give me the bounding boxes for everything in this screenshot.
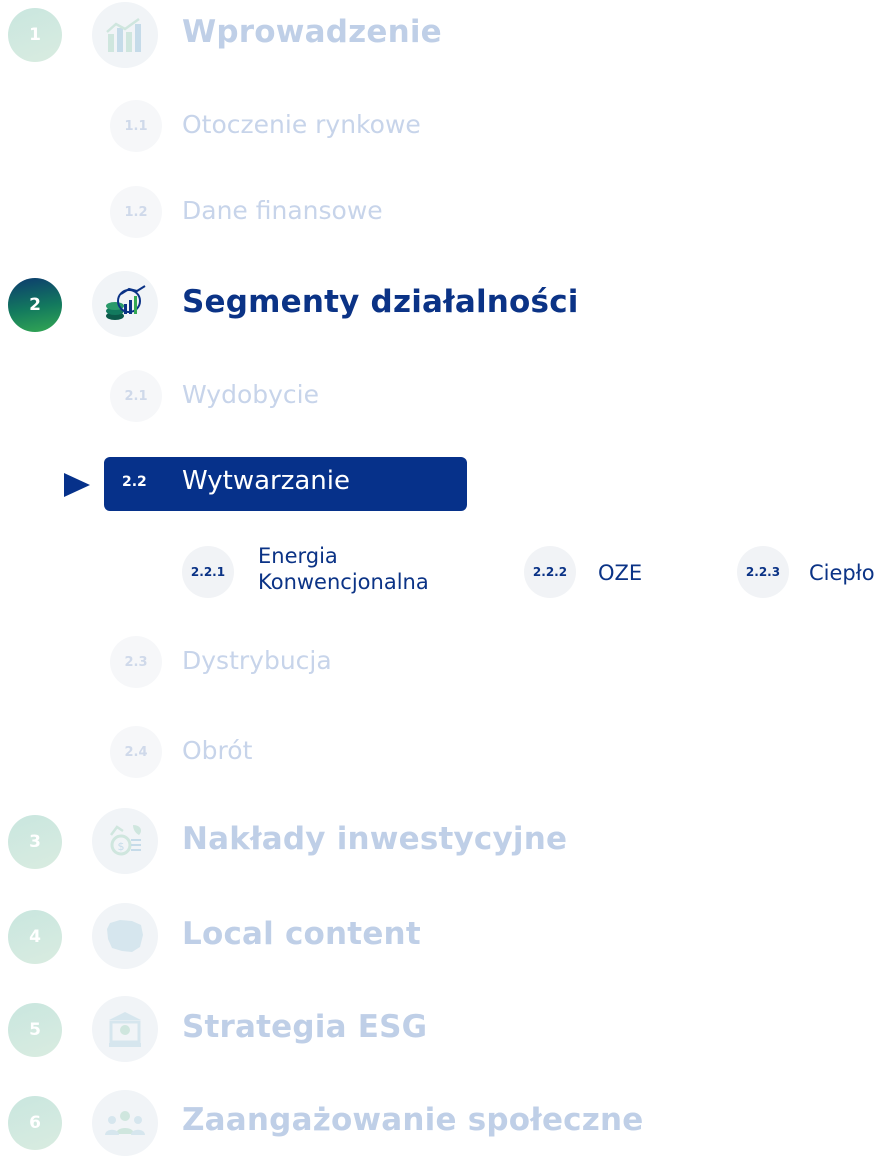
subsection-label[interactable]: Wydobycie [182,380,319,409]
active-indicator-arrow [64,473,90,497]
subsection-label[interactable]: Otoczenie rynkowe [182,110,421,139]
subsubsection-label[interactable]: Ciepło [809,560,875,586]
subsubsection-label-line-2: Konwencjonalna [258,570,429,594]
subsection-label[interactable]: Dane finansowe [182,196,383,225]
subsubsection-number: 2.2.1 [182,546,234,598]
subsection-number: 1.1 [110,100,162,152]
subsection-number: 1.2 [110,186,162,238]
subsubsection-label-line-1: Energia [258,544,338,568]
section-number-badge: 2 [8,278,62,332]
section-number-badge: 4 [8,910,62,964]
esg-building-icon [92,996,158,1062]
section-title[interactable]: Nakłady inwestycyjne [182,821,567,857]
svg-text:$: $ [118,840,125,853]
section-title[interactable]: Segmenty działalności [182,284,579,320]
bar-growth-icon [92,2,158,68]
section-number-badge: 6 [8,1096,62,1150]
coins-growth-icon [92,271,158,337]
subsection-label[interactable]: Wytwarzanie [182,466,350,496]
section-number-badge: 3 [8,815,62,869]
subsubsection-number: 2.2.3 [737,546,789,598]
section-title[interactable]: Local content [182,916,421,952]
section-number-badge: 5 [8,1003,62,1057]
section-number-badge: 1 [8,8,62,62]
poland-map-icon [92,903,158,969]
section-title[interactable]: Zaangażowanie społeczne [182,1102,644,1138]
subsubsection-number: 2.2.2 [524,546,576,598]
investment-icon: $ [92,808,158,874]
subsubsection-label[interactable]: OZE [598,560,642,586]
subsection-label[interactable]: Dystrybucja [182,646,332,675]
subsubsection-label[interactable]: Energia Konwencjonalna [258,543,429,595]
section-title[interactable]: Strategia ESG [182,1009,427,1045]
people-icon [92,1090,158,1156]
subsection-number: 2.2 [122,474,147,490]
subsection-number: 2.1 [110,370,162,422]
subsection-number: 2.3 [110,636,162,688]
subsection-number: 2.4 [110,726,162,778]
section-title[interactable]: Wprowadzenie [182,14,442,50]
subsection-label[interactable]: Obrót [182,736,252,765]
